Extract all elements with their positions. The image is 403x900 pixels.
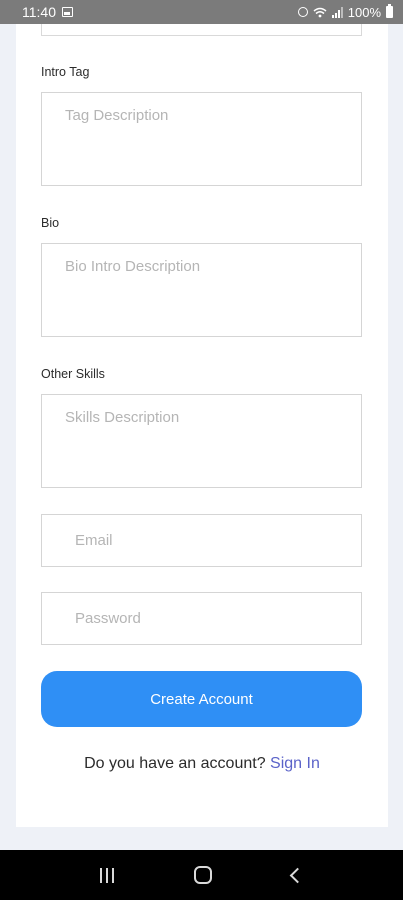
- navigation-bar: [0, 850, 403, 900]
- other-skills-placeholder: Skills Description: [65, 409, 180, 426]
- intro-tag-label: Intro Tag: [41, 65, 90, 79]
- home-icon[interactable]: [194, 866, 212, 884]
- scroll-content[interactable]: Intro Tag Tag Description Bio Bio Intro …: [0, 24, 403, 850]
- wifi-icon: [313, 7, 327, 17]
- signin-link[interactable]: Sign In: [270, 755, 320, 772]
- create-account-button[interactable]: Create Account: [41, 671, 362, 727]
- registration-card: Intro Tag Tag Description Bio Bio Intro …: [16, 24, 388, 827]
- intro-tag-field[interactable]: Tag Description: [41, 92, 362, 186]
- status-left: 11:40: [22, 4, 73, 20]
- status-right: 100%: [297, 4, 393, 20]
- back-icon[interactable]: [289, 867, 306, 883]
- battery-percent: 100%: [347, 4, 381, 20]
- battery-icon: [386, 4, 393, 18]
- intro-tag-placeholder: Tag Description: [65, 107, 169, 124]
- email-placeholder: Email: [75, 532, 113, 549]
- password-placeholder: Password: [75, 610, 141, 627]
- status-bar: 11:40 100%: [0, 0, 403, 24]
- bio-placeholder: Bio Intro Description: [65, 258, 201, 275]
- previous-field[interactable]: [41, 24, 362, 36]
- recents-icon[interactable]: [100, 867, 114, 883]
- other-skills-label: Other Skills: [41, 367, 105, 381]
- password-field[interactable]: Password: [41, 592, 362, 645]
- signin-row: Do you have an account? Sign In: [16, 755, 388, 773]
- other-skills-field[interactable]: Skills Description: [41, 394, 362, 488]
- alarm-icon: [297, 7, 308, 17]
- gallery-icon: [62, 7, 73, 17]
- bio-field[interactable]: Bio Intro Description: [41, 243, 362, 337]
- email-field[interactable]: Email: [41, 514, 362, 567]
- bio-label: Bio: [41, 216, 60, 230]
- signal-icon: [331, 6, 343, 18]
- status-time: 11:40: [22, 4, 56, 20]
- signin-prompt: Do you have an account?: [84, 755, 266, 772]
